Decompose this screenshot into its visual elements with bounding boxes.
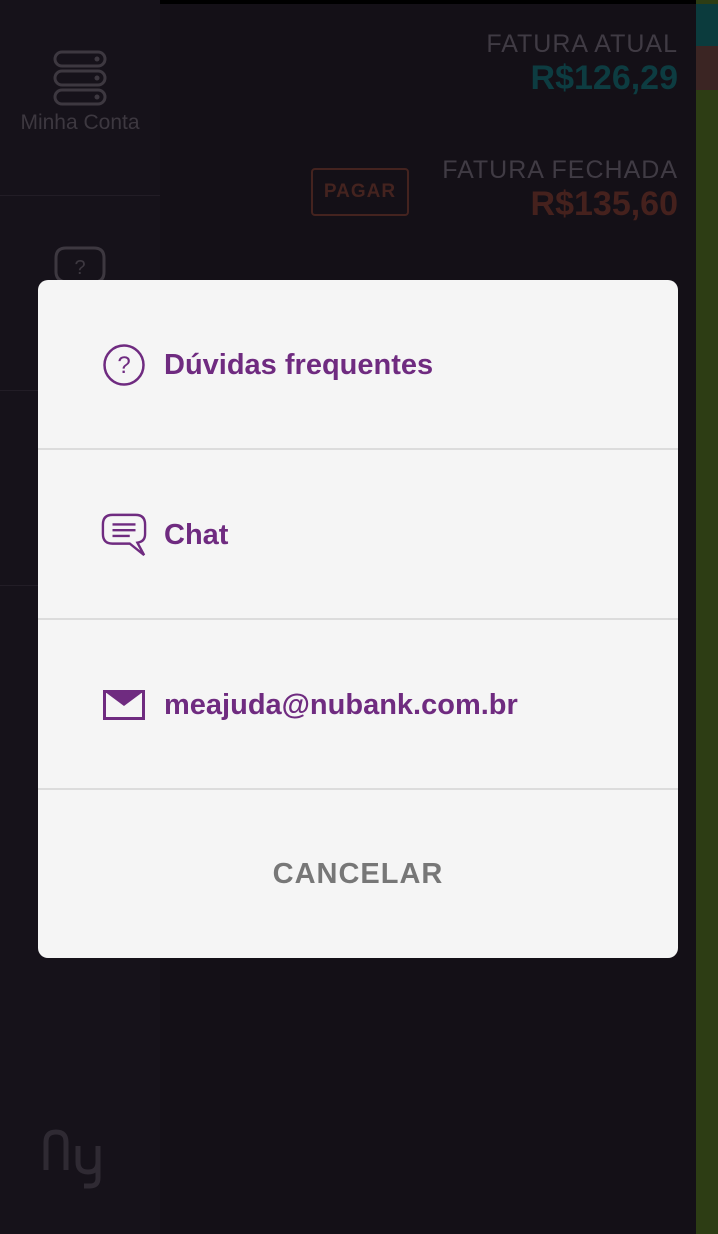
help-dialog: ? Dúvidas frequentes Chat meajuda@nubank… [38,280,678,958]
cancel-button[interactable]: CANCELAR [38,790,678,958]
faq-label: Dúvidas frequentes [164,348,434,381]
closed-invoice-label: FATURA FECHADA [442,156,678,184]
server-icon [53,50,107,106]
svg-text:?: ? [74,257,85,279]
question-circle-icon: ? [101,342,147,388]
current-invoice-label: FATURA ATUAL [486,30,678,58]
current-invoice[interactable]: FATURA ATUAL R$126,29 [486,30,678,98]
current-invoice-value: R$126,29 [530,59,678,97]
chat-bubble-icon [101,512,147,558]
menu-item-account[interactable]: Minha Conta [0,50,160,135]
chat-label: Chat [164,518,229,551]
nubank-logo-icon [43,1129,101,1189]
strip-closed [696,46,718,90]
pay-button[interactable]: PAGAR [311,168,409,216]
menu-label-account: Minha Conta [20,111,140,134]
closed-invoice[interactable]: FATURA FECHADA R$135,60 [442,156,678,224]
email-label: meajuda@nubank.com.br [164,688,518,721]
envelope-icon [101,682,147,728]
svg-text:?: ? [117,352,130,379]
right-edge-strip [696,0,718,1234]
strip-current [696,4,718,46]
chat-option[interactable]: Chat [38,450,678,620]
menu-divider [0,195,160,196]
closed-invoice-value: R$135,60 [530,185,678,223]
email-option[interactable]: meajuda@nubank.com.br [38,620,678,790]
faq-option[interactable]: ? Dúvidas frequentes [38,280,678,450]
